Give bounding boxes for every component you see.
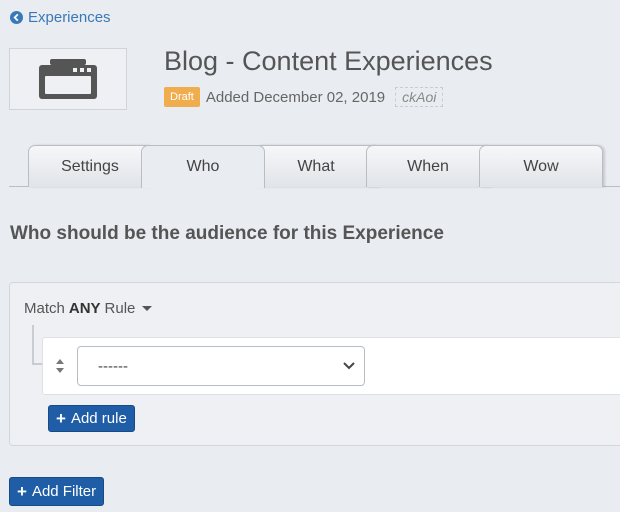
- back-link-label: Experiences: [28, 9, 111, 26]
- added-date: Added December 02, 2019: [205, 88, 386, 106]
- rule-type-select[interactable]: ------: [77, 346, 365, 386]
- tab-what[interactable]: What: [254, 145, 378, 187]
- experience-meta: Draft Added December 02, 2019 ckAoi: [164, 87, 444, 107]
- caret-down-icon: [142, 306, 153, 311]
- experience-thumbnail: [9, 48, 127, 110]
- tab-when[interactable]: When: [366, 145, 490, 187]
- audience-heading: Who should be the audience for this Expe…: [10, 223, 444, 244]
- rule-row: ------: [42, 337, 620, 395]
- experience-code: ckAoi: [395, 87, 444, 107]
- chevron-down-icon: [343, 362, 355, 370]
- match-prefix: Match: [24, 300, 65, 317]
- match-mode-dropdown[interactable]: Match ANY Rule: [24, 300, 153, 317]
- browser-window-icon: [39, 59, 97, 99]
- plus-icon: +: [17, 482, 27, 501]
- arrow-circle-left-icon: [10, 11, 23, 24]
- back-to-experiences-link[interactable]: Experiences: [10, 9, 111, 26]
- add-filter-label: Add Filter: [31, 483, 97, 500]
- match-suffix: Rule: [104, 300, 136, 317]
- rule-group: Match ANY Rule ------ + Add rule: [9, 282, 620, 446]
- match-mode: ANY: [68, 300, 101, 317]
- status-badge: Draft: [164, 87, 200, 107]
- rule-select-value: ------: [98, 357, 128, 375]
- tab-wow[interactable]: Wow: [479, 145, 603, 187]
- tab-settings[interactable]: Settings: [28, 145, 152, 187]
- tab-who[interactable]: Who: [141, 145, 265, 188]
- add-rule-label: Add rule: [70, 410, 127, 427]
- page-title: Blog - Content Experiences: [164, 46, 493, 76]
- add-filter-button[interactable]: + Add Filter: [9, 477, 105, 506]
- plus-icon: +: [56, 409, 66, 428]
- sort-handle-icon[interactable]: [55, 358, 65, 374]
- add-rule-button[interactable]: + Add rule: [48, 405, 135, 432]
